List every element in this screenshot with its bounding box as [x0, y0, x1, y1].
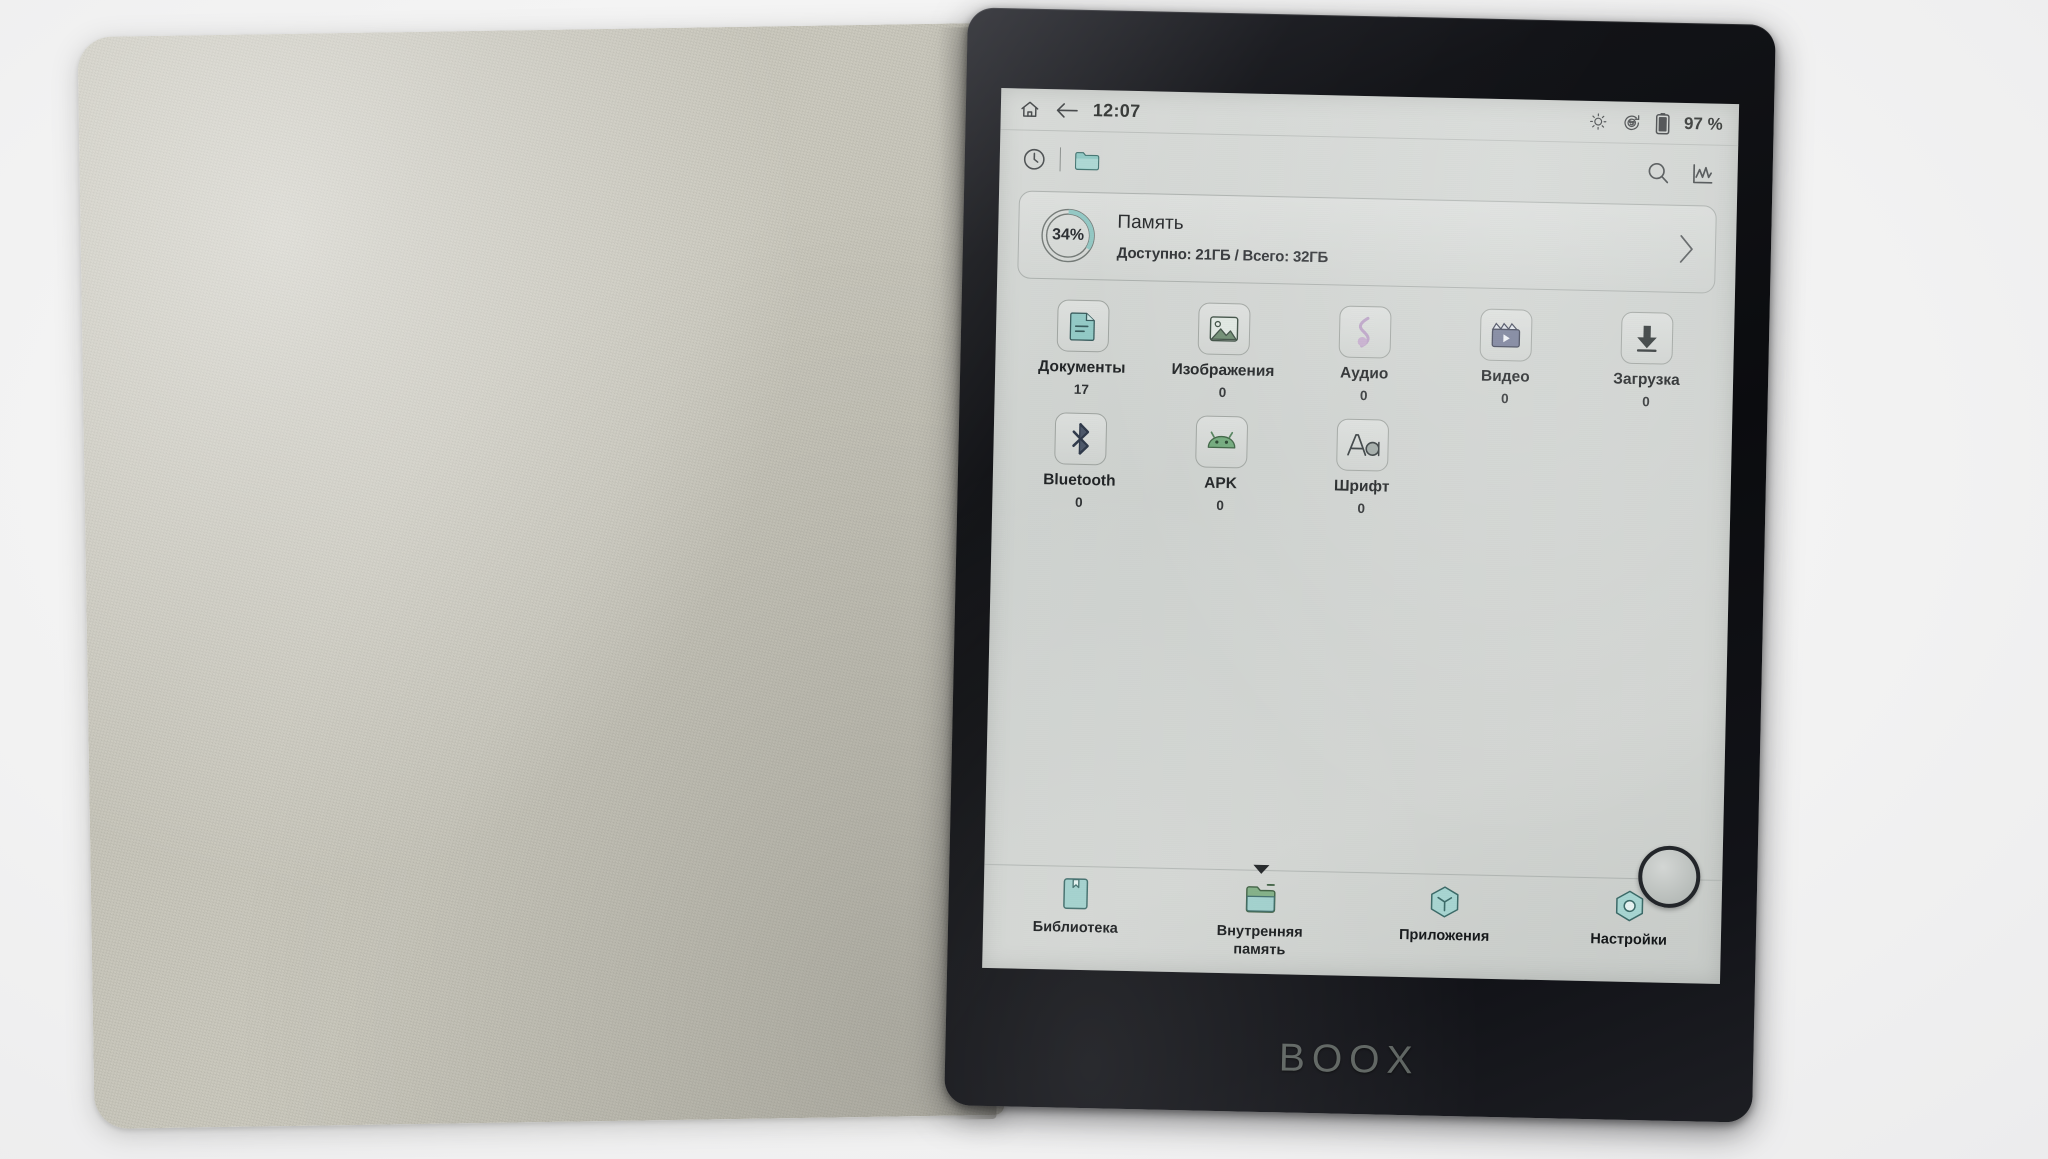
category-grid: Документы 17 Изображения 0 Аудио 0 Видео… — [992, 278, 1735, 523]
folio-case-cover — [77, 22, 1005, 1130]
android-icon — [1194, 414, 1249, 469]
category-label: Шрифт — [1333, 476, 1390, 496]
bottom-navigation-bar: Библиотека Внутренняя память Приложения … — [982, 845, 1723, 984]
nav-label: Внутренняя память — [1216, 922, 1303, 959]
nav-item-library[interactable]: Библиотека — [982, 875, 1168, 972]
category-count: 0 — [1216, 497, 1224, 513]
library-icon — [1060, 877, 1093, 912]
storage-icon — [1242, 881, 1279, 916]
storage-summary-card[interactable]: 34% Память Доступно: 21ГБ / Всего: 32ГБ — [1017, 190, 1717, 294]
eink-screen: 12:07 97 % 34% Память Доступно: 21ГБ / В… — [982, 88, 1740, 984]
home-icon[interactable] — [1019, 98, 1041, 120]
font-aa-icon — [1336, 418, 1390, 472]
back-arrow-icon[interactable] — [1055, 100, 1079, 121]
category-count: 0 — [1074, 494, 1083, 510]
category-count: 0 — [1500, 391, 1509, 407]
document-icon — [1056, 299, 1110, 353]
category-tile-download[interactable]: Загрузка 0 — [1575, 311, 1718, 411]
nav-item-internal-storage[interactable]: Внутренняя память — [1167, 864, 1353, 976]
category-label: Документы — [1038, 357, 1126, 377]
category-count: 17 — [1073, 381, 1090, 398]
storage-usage-ring: 34% — [1038, 206, 1097, 265]
image-icon — [1197, 302, 1251, 356]
settings-icon — [1612, 889, 1647, 924]
category-label: Изображения — [1171, 360, 1275, 381]
toolbar-divider — [1059, 147, 1062, 172]
category-tile-font[interactable]: Шрифт 0 — [1290, 417, 1433, 517]
active-tab-caret — [1252, 864, 1270, 875]
category-tile-documents[interactable]: Документы 17 — [1011, 298, 1154, 398]
storage-title: Память — [1117, 211, 1184, 235]
nav-item-applications[interactable]: Приложения — [1351, 883, 1537, 980]
search-icon[interactable] — [1645, 160, 1671, 186]
boox-logo: BOOX — [1278, 1036, 1421, 1083]
nav-label: Настройки — [1590, 931, 1668, 949]
brightness-icon[interactable] — [1589, 112, 1608, 131]
category-label: Bluetooth — [1043, 470, 1116, 490]
battery-icon — [1655, 112, 1670, 135]
category-count: 0 — [1218, 384, 1227, 401]
nav-label: Библиотека — [1032, 918, 1118, 937]
analytics-icon[interactable] — [1690, 161, 1716, 187]
apps-icon — [1428, 885, 1463, 920]
category-label: APK — [1203, 474, 1238, 492]
bluetooth-icon — [1053, 411, 1107, 465]
category-tile-audio[interactable]: Аудио 0 — [1293, 305, 1436, 405]
category-count: 0 — [1359, 388, 1368, 404]
category-count: 0 — [1642, 394, 1650, 410]
nav-item-settings[interactable]: Настройки — [1535, 887, 1721, 984]
photograph-backdrop: BOOX 12:07 97 % 34% Память Доступно: 21Г… — [0, 0, 2048, 1159]
category-tile-bluetooth[interactable]: Bluetooth 0 — [1008, 411, 1151, 511]
storage-percent-label: 34% — [1051, 226, 1085, 244]
video-clapper-icon — [1479, 308, 1533, 362]
storage-subtitle: Доступно: 21ГБ / Всего: 32ГБ — [1116, 244, 1329, 267]
eink-tablet-device: BOOX 12:07 97 % 34% Память Доступно: 21Г… — [944, 7, 1776, 1123]
download-icon — [1620, 311, 1674, 365]
folder-icon[interactable] — [1074, 148, 1102, 173]
category-tile-video[interactable]: Видео 0 — [1434, 308, 1577, 408]
refresh-mode-icon[interactable] — [1622, 112, 1642, 132]
audio-note-icon — [1338, 305, 1392, 359]
category-label: Видео — [1480, 367, 1530, 386]
category-tile-images[interactable]: Изображения 0 — [1152, 301, 1295, 401]
chevron-right-icon[interactable] — [1675, 232, 1698, 266]
status-time: 12:07 — [1092, 100, 1141, 122]
category-label: Аудио — [1339, 364, 1389, 383]
nav-label: Приложения — [1398, 926, 1490, 945]
clock-icon[interactable] — [1022, 146, 1048, 172]
battery-percent-label: 97 % — [1683, 113, 1723, 134]
category-tile-apk[interactable]: APK 0 — [1149, 414, 1292, 514]
category-count: 0 — [1357, 500, 1366, 516]
category-label: Загрузка — [1613, 370, 1680, 389]
